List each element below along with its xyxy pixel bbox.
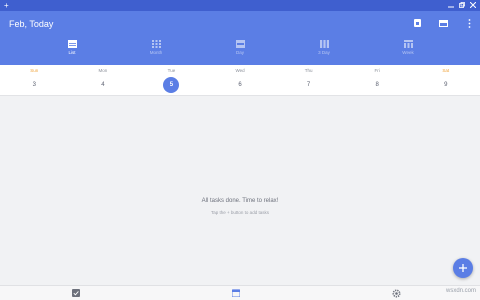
tab-3day[interactable]: 3 Day xyxy=(282,40,366,64)
tasks-icon[interactable] xyxy=(71,288,81,298)
day-tue[interactable]: Tue 5 xyxy=(137,65,206,95)
empty-state-message: All tasks done. Time to relax! xyxy=(201,198,279,204)
tab-list[interactable]: List xyxy=(30,40,114,64)
day-number: 9 xyxy=(444,82,448,88)
day-fri[interactable]: Fri 8 xyxy=(343,65,412,95)
app-bar: Feb, Today List Month Day 3 Day Week xyxy=(0,11,480,65)
close-icon[interactable] xyxy=(469,1,477,9)
add-task-button[interactable] xyxy=(453,258,473,278)
day-mon[interactable]: Mon 4 xyxy=(69,65,138,95)
day-icon xyxy=(235,40,245,48)
bottom-nav xyxy=(0,285,480,300)
tab-week-label: Week xyxy=(402,50,414,55)
day-number: 7 xyxy=(306,82,311,88)
empty-state: All tasks done. Time to relax! Tap the +… xyxy=(0,197,480,216)
tab-list-label: List xyxy=(68,50,76,55)
calendar-icon[interactable] xyxy=(231,288,241,298)
day-name: Thu xyxy=(304,68,313,73)
list-icon xyxy=(67,40,77,48)
titlebar-glyph: + xyxy=(4,1,9,10)
window-titlebar: + xyxy=(0,0,480,11)
day-sun[interactable]: Sun 3 xyxy=(0,65,69,95)
day-name: Wed xyxy=(235,68,245,73)
view-icon[interactable] xyxy=(438,18,448,28)
tab-day[interactable]: Day xyxy=(198,40,282,64)
page-title: Feb, Today xyxy=(9,19,54,29)
day-wed[interactable]: Wed 6 xyxy=(206,65,275,95)
day-name: Sun xyxy=(30,68,39,73)
empty-state-hint: Tap the + button to add tasks xyxy=(211,210,269,215)
day-number: 6 xyxy=(238,82,242,88)
minimize-icon[interactable] xyxy=(447,1,455,9)
tab-month-label: Month xyxy=(149,50,163,55)
three-day-icon xyxy=(319,40,329,48)
settings-icon[interactable] xyxy=(391,288,401,298)
day-name: Fri xyxy=(374,68,380,73)
day-number: 8 xyxy=(375,82,379,88)
tab-week[interactable]: Week xyxy=(366,40,450,64)
day-name: Tue xyxy=(167,68,176,73)
day-number: 3 xyxy=(32,82,36,88)
day-name: Sat xyxy=(442,68,450,73)
more-vert-icon[interactable] xyxy=(464,18,474,28)
week-strip: Sun 3 Mon 4 Tue 5 Wed 6 Thu 7 Fri 8 Sat … xyxy=(0,65,480,96)
watermark: wsxdn.com xyxy=(445,288,476,294)
week-icon xyxy=(403,40,413,48)
view-tabs: List Month Day 3 Day Week xyxy=(0,40,480,64)
day-thu[interactable]: Thu 7 xyxy=(274,65,343,95)
day-number-today: 5 xyxy=(163,77,180,93)
plus-icon xyxy=(459,264,467,272)
day-sat[interactable]: Sat 9 xyxy=(411,65,480,95)
day-number: 4 xyxy=(101,82,105,88)
restore-icon[interactable] xyxy=(458,1,466,9)
day-name: Mon xyxy=(98,68,108,73)
calendar-day-icon[interactable] xyxy=(412,18,422,28)
tab-day-label: Day xyxy=(235,50,244,55)
tab-month[interactable]: Month xyxy=(114,40,198,64)
tab-3day-label: 3 Day xyxy=(318,50,330,55)
month-grid-icon xyxy=(151,40,161,48)
